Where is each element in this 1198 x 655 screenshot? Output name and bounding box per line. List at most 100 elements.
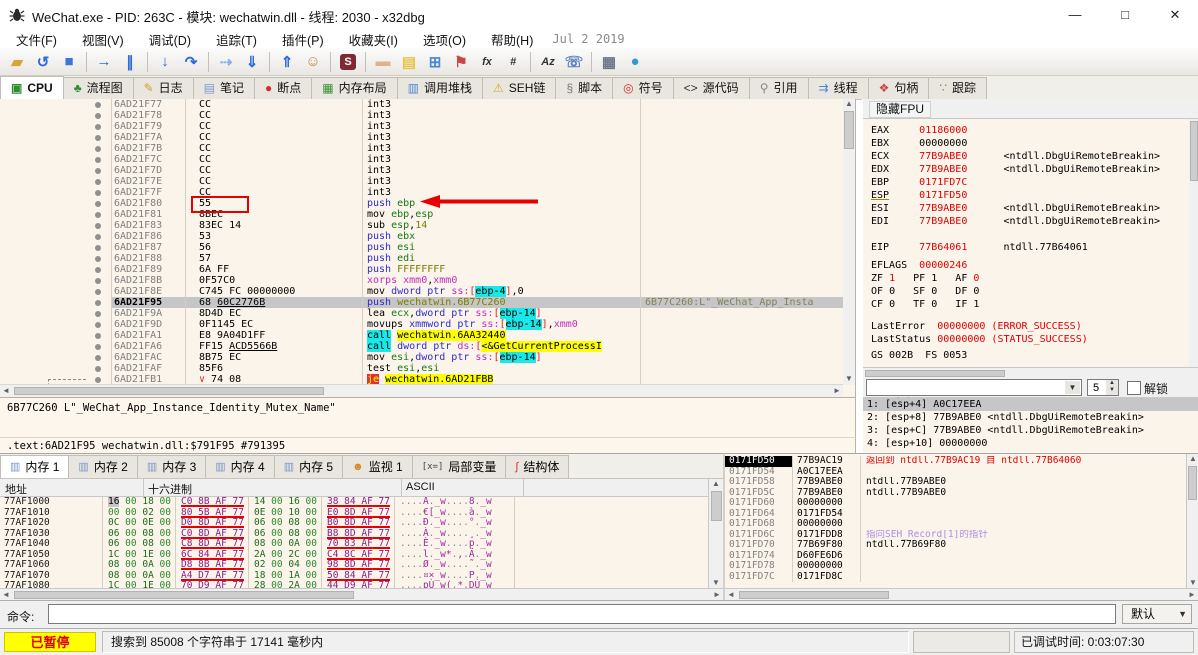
breakpoint-gutter[interactable] (85, 242, 111, 253)
stack-row[interactable]: 0171FD70 77B69F80 ntdll.77B69F80 (725, 539, 1186, 551)
register-line[interactable]: ESI 77B9ABE0 <ntdll.DbgUiRemoteBreakin> (863, 202, 1187, 215)
stack-row[interactable]: 0171FD78 00000000 (725, 560, 1186, 572)
stack-row[interactable]: 0171FD64 0171FD54 (725, 508, 1186, 519)
labels-icon[interactable]: ⊞ (423, 51, 447, 73)
trace-over-icon[interactable]: ⇓ (240, 51, 264, 73)
tab-调用堆栈[interactable]: ▥ 调用堆栈 (396, 77, 483, 99)
argument-row[interactable]: 1: [esp+4] A0C17EEA (863, 398, 1198, 411)
register-line[interactable]: LastError 00000000 (ERROR_SUCCESS) (863, 320, 1187, 333)
register-line[interactable]: LastStatus 00000000 (STATUS_SUCCESS) (863, 333, 1187, 346)
tab-CPU[interactable]: ▣ CPU (0, 76, 64, 99)
registers-vscrollbar[interactable] (1189, 119, 1198, 367)
tab-日志[interactable]: ✎ 日志 (132, 77, 194, 99)
breakpoint-gutter[interactable] (85, 209, 111, 220)
spinner-arrows-icon[interactable]: ▲ ▼ (1106, 380, 1118, 395)
hash-icon[interactable]: # (501, 51, 525, 73)
tab-结构体[interactable]: ∫ 结构体 (505, 455, 570, 478)
tab-内存 3[interactable]: ▥ 内存 3 (136, 455, 207, 478)
dump-hscrollbar[interactable]: ◄ ► (0, 588, 723, 600)
breakpoint-gutter[interactable] (85, 341, 111, 352)
comments-icon[interactable]: ▤ (397, 51, 421, 73)
disasm-row[interactable]: 6AD21F9A 8D4D EC lea ecx,dword ptr ss:[ebp… (0, 308, 843, 319)
tab-监视 1[interactable]: ☻ 监视 1 (342, 455, 413, 478)
bookmarks-icon[interactable]: ⚑ (449, 51, 473, 73)
globe-icon[interactable]: ● (623, 51, 647, 73)
step-over-icon[interactable]: ↷ (179, 51, 203, 73)
tab-脚本[interactable]: § 脚本 (555, 77, 614, 99)
register-line[interactable]: OF 0 SF 0 DF 0 (863, 285, 1187, 298)
disasm-row[interactable]: 6AD21F7B CC int3 (0, 143, 843, 154)
disasm-row[interactable]: 6AD21F80 55 push ebp (0, 198, 843, 209)
disasm-row[interactable]: 6AD21FAC 8B75 EC mov esi,dword ptr ss:[ebp… (0, 352, 843, 363)
breakpoint-gutter[interactable] (85, 308, 111, 319)
breakpoint-gutter[interactable] (85, 231, 111, 242)
disasm-row[interactable]: 6AD21F8B 0F57C0 xorps xmm0,xmm0 (0, 275, 843, 286)
stack-row[interactable]: 0171FD6C 0171FDD8 指向SEH_Record[1]的指针 (725, 529, 1186, 540)
disasm-row[interactable]: 6AD21F7C CC int3 (0, 154, 843, 165)
menu-item-0[interactable]: 文件(F) (7, 30, 66, 49)
command-input[interactable] (48, 604, 1116, 624)
disasm-row[interactable]: 6AD21F77 CC int3 (0, 99, 843, 110)
breakpoint-gutter[interactable] (85, 352, 111, 363)
disasm-vscrollbar[interactable]: ▲ ▼ (843, 99, 855, 385)
disasm-row[interactable]: 6AD21F81 8BEC mov ebp,esp (0, 209, 843, 220)
step-into-icon[interactable]: ↓ (153, 51, 177, 73)
tab-符号[interactable]: ◎ 符号 (612, 77, 674, 99)
disasm-row[interactable]: 6AD21FA6 FF15 ACD5566B call dword ptr ds:[… (0, 341, 843, 352)
run-to-user-code-icon[interactable]: ☺ (301, 51, 325, 73)
tab-源代码[interactable]: <> 源代码 (672, 77, 750, 99)
disasm-row[interactable]: 6AD21FA1 E8 9A04D1FF call wechatwin.6AA324… (0, 330, 843, 341)
disasm-row[interactable]: 6AD21F87 56 push esi (0, 242, 843, 253)
breakpoint-gutter[interactable] (85, 132, 111, 143)
breakpoint-gutter[interactable] (85, 330, 111, 341)
argument-depth-spinner[interactable]: 5 ▲ ▼ (1087, 379, 1119, 396)
command-script-select[interactable]: 默认 ▼ (1122, 604, 1192, 624)
stack-row[interactable]: 0171FD68 00000000 (725, 518, 1186, 530)
breakpoint-gutter[interactable] (85, 154, 111, 165)
menu-item-3[interactable]: 追踪(T) (207, 30, 266, 49)
disasm-row[interactable]: 6AD21F88 57 push edi (0, 253, 843, 264)
breakpoint-gutter[interactable] (85, 143, 111, 154)
maximize-button[interactable]: □ (1102, 0, 1148, 30)
stack-vscrollbar[interactable]: ▲ ▼ (1186, 454, 1198, 589)
breakpoint-gutter[interactable] (85, 165, 111, 176)
tab-流程图[interactable]: ♣ 流程图 (62, 77, 134, 99)
menu-item-2[interactable]: 调试(D) (140, 30, 200, 49)
dump-vscrollbar[interactable]: ▲ ▼ (708, 479, 723, 589)
open-file-icon[interactable]: ▰ (5, 51, 29, 73)
disasm-row[interactable]: 6AD21F95 68 60C2776B push wechatwin.6B77C2… (0, 297, 843, 308)
trace-into-icon[interactable]: ⇢ (214, 51, 238, 73)
tab-内存 1[interactable]: ▥ 内存 1 (0, 455, 70, 478)
assembler-icon[interactable]: Az (536, 51, 560, 73)
disasm-row[interactable]: 6AD21F78 CC int3 (0, 110, 843, 121)
argument-row[interactable]: 3: [esp+C] 77B9ABE0 <ntdll.DbgUiRemoteBr… (863, 424, 1198, 437)
register-line[interactable]: EBP 0171FD7C (863, 176, 1187, 189)
argument-row[interactable]: 2: [esp+8] 77B9ABE0 <ntdll.DbgUiRemoteBr… (863, 411, 1198, 424)
menu-item-4[interactable]: 插件(P) (273, 30, 333, 49)
registers-hscrollbar[interactable] (863, 367, 1198, 378)
breakpoint-gutter[interactable] (85, 198, 111, 209)
tab-内存 2[interactable]: ▥ 内存 2 (68, 455, 138, 478)
stack-row[interactable]: 0171FD7C 0171FD8C (725, 571, 1186, 582)
register-line[interactable]: CF 0 TF 0 IF 1 (863, 298, 1187, 311)
register-line[interactable]: GS 002B FS 0053 (863, 349, 1187, 362)
breakpoint-gutter[interactable] (85, 275, 111, 286)
stack-hscrollbar[interactable]: ◄ ► (725, 588, 1198, 600)
register-line[interactable]: EFLAGS 00000246 (863, 259, 1187, 272)
register-line[interactable]: EIP 77B64061 ntdll.77B64061 (863, 241, 1187, 254)
tab-笔记[interactable]: ▤ 笔记 (192, 77, 256, 99)
stack-row[interactable]: 0171FD50 77B9AC19 返回到 ntdll.77B9AC19 自 ntd… (725, 456, 1186, 467)
stack-row[interactable]: 0171FD60 00000000 (725, 497, 1186, 509)
disasm-row[interactable]: 6AD21F7A CC int3 (0, 132, 843, 143)
register-line[interactable]: EDX 77B9ABE0 <ntdll.DbgUiRemoteBreakin> (863, 163, 1187, 176)
tab-跟踪[interactable]: ∵ 跟踪 (928, 77, 988, 99)
tab-内存 5[interactable]: ▥ 内存 5 (273, 455, 344, 478)
patches-icon[interactable]: ▬ (371, 51, 395, 73)
tab-内存 4[interactable]: ▥ 内存 4 (205, 455, 275, 478)
disasm-hscrollbar[interactable]: ◄ ► (0, 384, 843, 397)
tab-SEH链[interactable]: ⚠ SEH链 (482, 77, 557, 99)
stack-row[interactable]: 0171FD54 A0C17EEA (725, 466, 1186, 477)
argument-row[interactable]: 4: [esp+10] 00000000 (863, 437, 1198, 450)
register-line[interactable]: EDI 77B9ABE0 <ntdll.DbgUiRemoteBreakin> (863, 215, 1187, 228)
stack-row[interactable]: 0171FD5C 77B9ABE0 ntdll.77B9ABE0 (725, 487, 1186, 498)
